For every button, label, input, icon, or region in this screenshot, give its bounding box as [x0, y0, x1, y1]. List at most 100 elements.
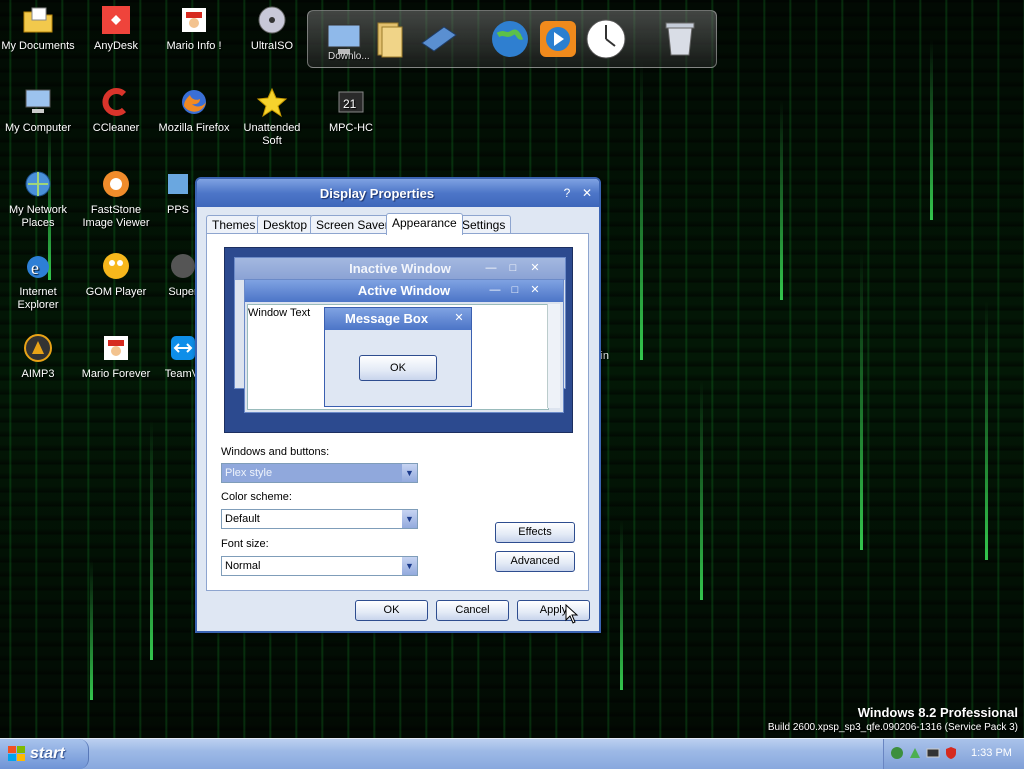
desktop-icon-unattended-soft[interactable]: Unattended Soft — [234, 86, 310, 148]
svg-text:21: 21 — [343, 97, 357, 111]
matrix-streak — [930, 40, 933, 220]
globe-icon[interactable] — [488, 17, 532, 61]
effects-button[interactable]: Effects — [495, 522, 575, 543]
tray-network-icon[interactable] — [926, 746, 940, 760]
desktop-icon-label: CCleaner — [92, 122, 140, 134]
color-scheme-select[interactable]: Default ▼ — [221, 509, 418, 529]
mpc-hc-icon: 21 — [338, 91, 364, 113]
dock-label: Downlo... — [328, 51, 370, 62]
color-scheme-label: Color scheme: — [221, 491, 292, 503]
minimize-icon: — — [489, 284, 501, 296]
tab-desktop[interactable]: Desktop — [257, 215, 314, 234]
desktop-icon-my-computer[interactable]: My Computer — [0, 86, 76, 135]
desktop-icon-mpc-hc[interactable]: 21 MPC-HC — [313, 86, 389, 135]
apply-button[interactable]: Apply — [517, 600, 590, 621]
cancel-button[interactable]: Cancel — [436, 600, 509, 621]
desktop-icon-label: UltraISO — [250, 40, 294, 52]
computer-icon — [25, 89, 51, 113]
desktop-icon-label: GOM Player — [85, 286, 147, 298]
preview-ok-button: OK — [359, 355, 437, 381]
ok-button[interactable]: OK — [355, 600, 428, 621]
desktop-icon-ultraiso[interactable]: UltraISO — [234, 4, 310, 53]
clock[interactable]: 1:33 PM — [971, 747, 1012, 759]
tray-shield-icon[interactable] — [890, 746, 904, 760]
media-player-icon[interactable] — [536, 17, 580, 61]
aimp-icon — [24, 334, 52, 362]
desktop-icon-label: Internet Explorer — [17, 286, 59, 311]
desktop-icon-anydesk[interactable]: AnyDesk — [78, 4, 154, 53]
tab-appearance[interactable]: Appearance — [386, 213, 463, 235]
appearance-panel: Inactive Window — □ ✕ Active Window — □ … — [206, 233, 589, 591]
desktop-icon-label: Unattended Soft — [243, 122, 301, 147]
windows-buttons-select[interactable]: Plex style ▼ — [221, 463, 418, 483]
desktop-icon-label: Mozilla Firefox — [158, 122, 230, 134]
matrix-streak — [985, 300, 988, 560]
desktop-icon-aimp3[interactable]: AIMP3 — [0, 332, 76, 381]
start-label: start — [30, 745, 65, 762]
tab-themes[interactable]: Themes — [206, 215, 262, 234]
windows-buttons-value: Plex style — [225, 467, 273, 479]
advanced-button[interactable]: Advanced — [495, 551, 575, 572]
close-icon: ✕ — [454, 312, 464, 324]
desktop-icon-gom-player[interactable]: GOM Player — [78, 250, 154, 299]
preview-scrollbar — [547, 304, 560, 408]
windows-logo-icon — [8, 746, 25, 761]
desktop-icon-label: Mario Forever — [81, 368, 151, 380]
help-button[interactable]: ? — [559, 185, 575, 201]
matrix-streak — [90, 560, 93, 700]
desktop-icon-my-documents[interactable]: My Documents — [0, 4, 76, 53]
message-box-title-text: Message Box — [345, 311, 429, 326]
recycle-bin-icon[interactable] — [658, 17, 702, 61]
desktop-icon-mario-forever[interactable]: Mario Forever — [78, 332, 154, 381]
matrix-streak — [780, 100, 783, 300]
matrix-streak — [640, 60, 643, 360]
desktop-icon-network[interactable]: My Network Places — [0, 168, 76, 230]
desktop-icon-label: My Computer — [4, 122, 72, 134]
matrix-streak — [150, 420, 153, 660]
matrix-streak — [700, 380, 703, 600]
folder-icon[interactable] — [370, 17, 414, 61]
chevron-down-icon[interactable]: ▼ — [402, 510, 417, 528]
svg-text:e: e — [31, 258, 39, 278]
window-text: Window Text — [248, 307, 311, 319]
start-button[interactable]: start — [0, 739, 89, 769]
minimize-icon: — — [485, 262, 497, 274]
pps-icon — [168, 174, 188, 194]
mario-forever-icon — [104, 336, 128, 360]
maximize-icon: □ — [509, 262, 517, 274]
desktop-icon-label: MPC-HC — [329, 122, 373, 134]
taskbar: start 1:33 PM — [0, 738, 1024, 769]
folder-documents-icon — [23, 7, 53, 33]
font-size-select[interactable]: Normal ▼ — [221, 556, 418, 576]
system-tray: 1:33 PM — [883, 739, 1024, 769]
matrix-streak — [620, 520, 623, 690]
clock-icon[interactable] — [584, 17, 628, 61]
chevron-down-icon[interactable]: ▼ — [402, 464, 417, 482]
drive-icon[interactable] — [416, 17, 460, 61]
desktop-icon-firefox[interactable]: Mozilla Firefox — [156, 86, 232, 135]
desktop-icon-label: Mario Info ! — [166, 40, 222, 52]
tab-settings[interactable]: Settings — [456, 215, 512, 234]
gom-player-icon — [103, 253, 129, 279]
desktop-icon-label: AnyDesk — [93, 40, 139, 52]
desktop-icon-mario-info[interactable]: Mario Info ! — [156, 4, 232, 53]
matrix-streak — [860, 250, 863, 550]
desktop-icon-ccleaner[interactable]: CCleaner — [78, 86, 154, 135]
close-button[interactable]: ✕ — [579, 185, 595, 201]
dialog-title: Display Properties — [319, 186, 435, 201]
close-icon: ✕ — [530, 284, 540, 296]
desktop-icon-internet-explorer[interactable]: e Internet Explorer — [0, 250, 76, 312]
desktop-icon-label: AIMP3 — [21, 368, 55, 380]
font-size-value: Normal — [225, 560, 261, 572]
title-bar[interactable]: Display Properties ? ✕ — [197, 179, 599, 207]
tray-security-icon[interactable] — [944, 746, 958, 760]
chevron-down-icon[interactable]: ▼ — [402, 557, 417, 575]
desktop-icon-label: Super — [168, 286, 198, 298]
ie-icon: e — [27, 256, 49, 278]
tray-update-icon[interactable] — [908, 746, 922, 760]
appearance-preview: Inactive Window — □ ✕ Active Window — □ … — [224, 247, 573, 433]
windows-buttons-label: Windows and buttons: — [221, 446, 330, 458]
tab-screen-saver[interactable]: Screen Saver — [310, 215, 395, 234]
desktop-icon-label: PPS — [166, 204, 189, 216]
desktop-icon-label: My Documents — [1, 40, 75, 52]
